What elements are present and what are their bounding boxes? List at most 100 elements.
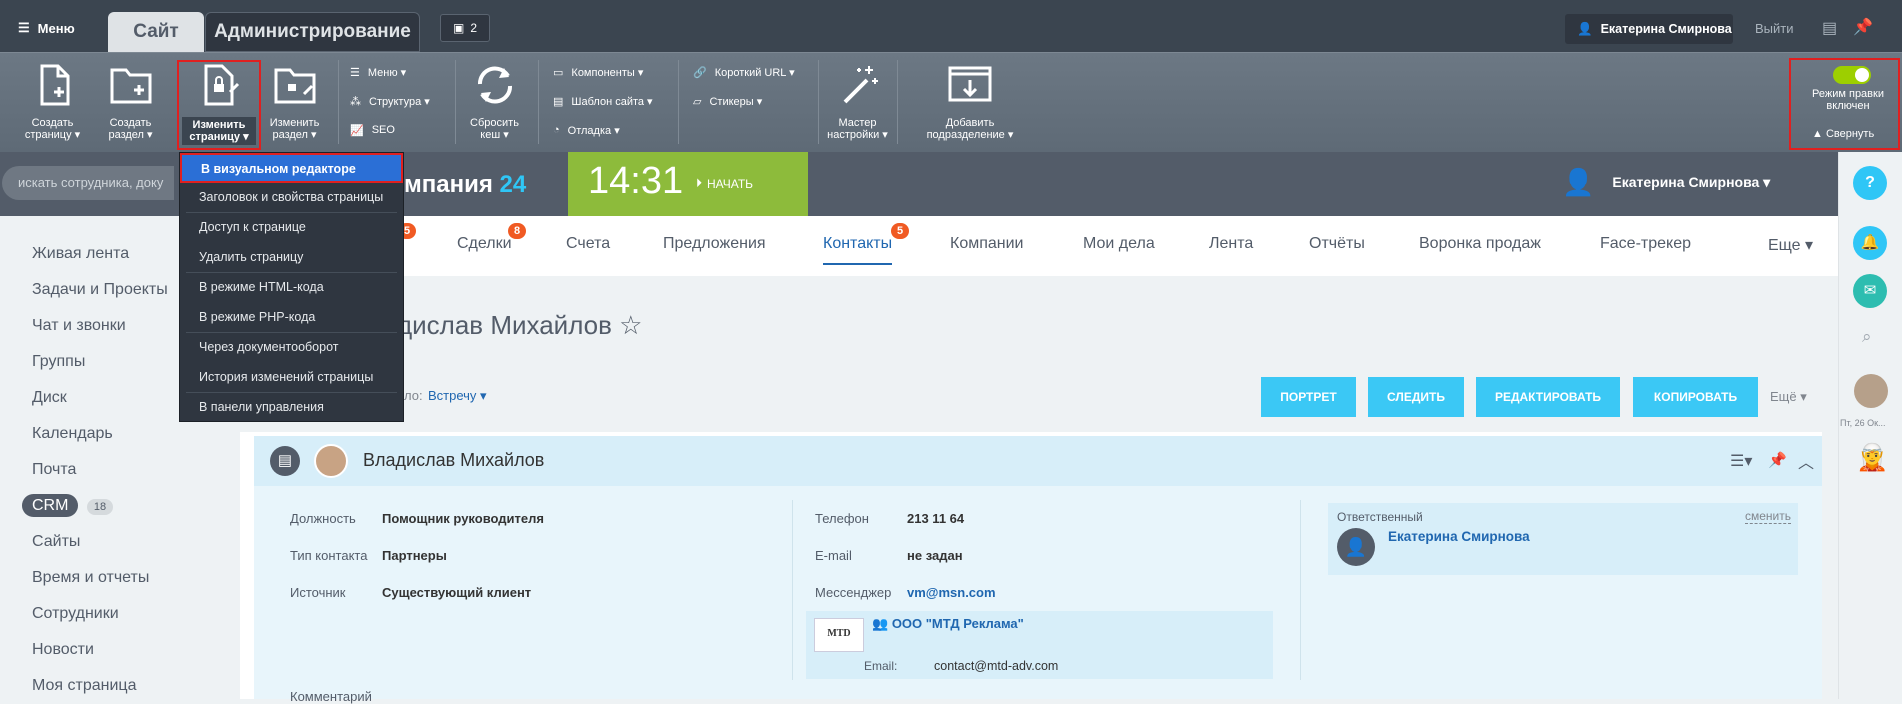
tab-reports[interactable]: Отчёты xyxy=(1309,235,1365,253)
structure-icon: ⁂ xyxy=(350,95,361,108)
edit-button[interactable]: РЕДАКТИРОВАТЬ xyxy=(1476,377,1620,417)
template-icon: ▤ xyxy=(553,95,564,108)
help-button[interactable]: ? xyxy=(1853,166,1887,200)
change-responsible-link[interactable]: сменить xyxy=(1745,509,1792,524)
tab-admin[interactable]: Администрирование xyxy=(205,12,420,52)
logout-link[interactable]: Выйти xyxy=(1755,21,1794,36)
edit-mode-label: Режим правки включен xyxy=(1812,88,1884,112)
tab-contacts[interactable]: Контакты xyxy=(823,235,893,265)
tab-funnel[interactable]: Воронка продаж xyxy=(1419,235,1541,253)
toggle-knob xyxy=(1855,68,1869,82)
user-avatar-icon: 👤 xyxy=(1562,167,1595,197)
menu-button[interactable]: ☰ Меню xyxy=(18,20,75,36)
more-actions-button[interactable]: Ещё ▾ xyxy=(1770,389,1807,405)
edit-page-button[interactable]: Изменить страницу ▾ xyxy=(182,62,256,145)
list-settings-icon[interactable]: ☰▾ xyxy=(1730,451,1752,471)
tab-face-tracker[interactable]: Face-трекер xyxy=(1600,235,1691,253)
nav-item-crm[interactable]: CRM 18 xyxy=(0,488,240,524)
edit-section-button[interactable]: Изменить раздел ▾ xyxy=(262,62,327,141)
messenger-link[interactable]: vm@msn.com xyxy=(907,585,996,600)
bot-avatar[interactable]: 🧝 xyxy=(1856,442,1888,473)
header-user-menu[interactable]: 👤 Екатерина Смирнова ▾ xyxy=(1562,167,1770,198)
collapse-card-icon[interactable]: ︿ xyxy=(1798,449,1814,473)
responsible-name-link[interactable]: Екатерина Смирнова xyxy=(1388,529,1530,544)
responsible-avatar: 👤 xyxy=(1337,528,1375,566)
nav-item[interactable]: Сотрудники xyxy=(0,596,240,632)
stage-select[interactable]: Встречу ▾ xyxy=(428,388,487,404)
tab-feed[interactable]: Лента xyxy=(1209,235,1253,253)
tab-site[interactable]: Сайт xyxy=(108,12,204,52)
nav-item[interactable]: Почта xyxy=(0,452,240,488)
dropdown-item[interactable]: Доступ к странице xyxy=(180,213,403,243)
company-link[interactable]: 👥 ООО "МТД Реклама" xyxy=(872,616,1024,632)
follow-button[interactable]: СЛЕДИТЬ xyxy=(1368,377,1464,417)
collapse-toolbar-link[interactable]: ▲ Свернуть xyxy=(1812,128,1874,140)
notifications-button[interactable]: ▣ 2 xyxy=(440,14,490,42)
bell-icon[interactable]: 🔔 xyxy=(1853,226,1887,260)
components-icon: ▭ xyxy=(553,66,564,79)
dropdown-item[interactable]: В режиме HTML-кода xyxy=(180,273,403,303)
add-subsection-button[interactable]: Добавить подразделение ▾ xyxy=(920,62,1020,141)
tab-quotes[interactable]: Предложения xyxy=(663,235,766,253)
components-item[interactable]: ▭ Компоненты ▾ xyxy=(553,62,653,82)
nav-item[interactable]: Время и отчеты xyxy=(0,560,240,596)
dropdown-item[interactable]: В панели управления xyxy=(180,393,403,423)
dropdown-item[interactable]: Через документооборот xyxy=(180,333,403,363)
structure-item[interactable]: ⁂ Структура ▾ xyxy=(350,91,430,111)
contact-avatar-right[interactable] xyxy=(1854,374,1888,408)
edit-mode-toggle[interactable] xyxy=(1833,66,1871,84)
dropdown-item[interactable]: В режиме PHP-кода xyxy=(180,303,403,333)
toolbar-separator xyxy=(338,60,339,144)
stickers-item[interactable]: ▱ Стикеры ▾ xyxy=(693,91,795,111)
search-input[interactable]: искать сотрудника, доку xyxy=(2,166,174,200)
portrait-button[interactable]: ПОРТРЕТ xyxy=(1261,377,1356,417)
search-icon[interactable]: ⌕ xyxy=(1862,327,1872,347)
tab-more[interactable]: Еще ▾ xyxy=(1768,235,1813,255)
user-icon: 👤 xyxy=(1577,21,1593,36)
pin-icon[interactable]: 📌 xyxy=(1853,17,1873,37)
user-button[interactable]: 👤 Екатерина Смирнова xyxy=(1565,14,1733,44)
field-label: E-mail xyxy=(815,548,852,563)
tab-invoices[interactable]: Счета xyxy=(566,235,610,253)
toolbar-separator xyxy=(538,60,539,144)
tab-companies[interactable]: Компании xyxy=(950,235,1024,253)
edit-page-lock-icon xyxy=(204,64,240,106)
refresh-icon xyxy=(477,66,512,104)
field-label: Комментарий xyxy=(290,689,372,704)
phone-value[interactable]: 213 11 64 xyxy=(907,511,964,526)
company-email-value[interactable]: contact@mtd-adv.com xyxy=(934,659,1058,673)
contact-name: Владислав Михайлов xyxy=(363,450,545,470)
dropdown-item[interactable]: История изменений страницы xyxy=(180,363,403,393)
play-icon: ⏵ xyxy=(696,176,703,190)
dropdown-item[interactable]: Удалить страницу xyxy=(180,243,403,273)
company-icon: 👥 xyxy=(872,616,889,631)
tab-deals[interactable]: Сделки xyxy=(457,235,512,253)
field-value: не задан xyxy=(907,548,963,563)
field-value: Помощник руководителя xyxy=(382,511,544,526)
admin-topbar: ☰ Меню Сайт Администрирование ▣ 2 👤 Екатери… xyxy=(0,0,1902,52)
company-email-label: Email: xyxy=(864,659,898,673)
dropdown-item-visual-editor[interactable]: В визуальном редакторе xyxy=(180,153,403,183)
hamburger-icon: ☰ xyxy=(18,20,30,35)
menu-item[interactable]: ☰ Меню ▾ xyxy=(350,62,430,82)
seo-item[interactable]: 📈 SEO xyxy=(350,120,430,140)
nav-item[interactable]: Сайты xyxy=(0,524,240,560)
company-logo-thumb: МТD xyxy=(814,618,864,652)
chat-icon[interactable]: ✉ xyxy=(1853,274,1887,308)
contacts-badge: 5 xyxy=(891,223,910,239)
clock-time: 14:31 xyxy=(588,160,684,202)
start-workday-button[interactable]: ⏵ НАЧАТЬ xyxy=(696,176,753,191)
create-section-button[interactable]: Создать раздел ▾ xyxy=(98,62,163,141)
site-template-item[interactable]: ▤ Шаблон сайта ▾ xyxy=(553,91,653,111)
pin-card-icon[interactable]: 📌 xyxy=(1768,451,1787,469)
create-page-button[interactable]: Создать страницу ▾ xyxy=(20,62,85,141)
dropdown-item[interactable]: Заголовок и свойства страницы xyxy=(180,183,403,213)
debug-item[interactable]: ◔ Отладка ▾ xyxy=(553,120,653,140)
reset-cache-button[interactable]: Сбросить кеш ▾ xyxy=(462,62,527,141)
wizard-button[interactable]: Мастер настройки ▾ xyxy=(825,62,890,141)
short-url-item[interactable]: 🔗 Короткий URL ▾ xyxy=(693,62,795,82)
tab-activities[interactable]: Мои дела xyxy=(1083,235,1155,253)
settings-icon[interactable]: ▤ xyxy=(1822,18,1837,38)
copy-button[interactable]: КОПИРОВАТЬ xyxy=(1633,377,1758,417)
nav-item[interactable]: Новости xyxy=(0,632,240,668)
